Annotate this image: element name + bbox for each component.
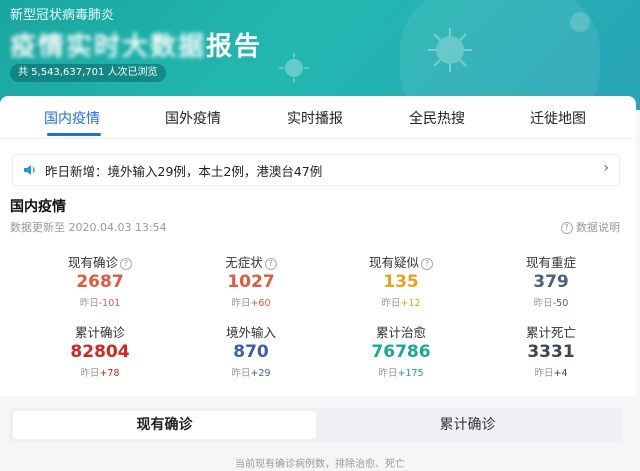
question-icon[interactable]: ? [120, 258, 132, 270]
stat-label: 无症状? [186, 252, 316, 270]
stat-label: 现有疑似? [336, 252, 466, 270]
stat-label-text: 现有重症 [525, 255, 576, 270]
stat-label-text: 现有疑似 [368, 255, 419, 270]
banner-subtitle: 新型冠状病毒肺炎 [10, 8, 115, 23]
stat-delta: 昨日+4 [486, 365, 616, 379]
stat-label-text: 累计确诊 [74, 325, 125, 340]
stat-delta-value: +60 [250, 298, 271, 309]
stat-value: 2687 [76, 272, 124, 292]
stat-label: 累计死亡 [486, 322, 616, 340]
current-stat: 现有确诊? 2687 昨日-101 [35, 252, 165, 309]
banner-title-blurred: 疫情实时大数据 [10, 32, 207, 62]
cumulative-stat: 累计确诊 82804 昨日+78 [35, 322, 165, 379]
stat-delta: 昨日-101 [35, 295, 165, 309]
tab-migration-map[interactable]: 迁徙地图 [503, 108, 613, 128]
stat-delta: 昨日-50 [486, 295, 616, 309]
stat-value: 870 [233, 342, 269, 362]
daily-notice-bar[interactable]: 昨日新增：境外输入29例，本土2例，港澳台47例 › [12, 154, 620, 186]
stat-delta-value: -101 [98, 298, 121, 309]
stat-value: 3331 [527, 342, 575, 362]
stat-value: 135 [383, 272, 419, 292]
stat-label: 累计治愈 [336, 322, 466, 340]
stat-delta: 昨日+175 [336, 365, 466, 379]
main-card: 国内疫情 国外疫情 实时播报 全民热搜 迁徙地图 昨日新增：境外输入29例，本土… [0, 96, 636, 396]
stat-value: 1027 [227, 272, 275, 292]
section-title: 国内疫情 [10, 199, 66, 215]
stat-delta-prefix: 昨日 [534, 368, 554, 379]
virus-icon [570, 12, 590, 32]
virus-icon [428, 28, 472, 72]
stat-delta-prefix: 昨日 [80, 368, 100, 379]
stat-delta-prefix: 昨日 [231, 368, 251, 379]
stat-value: 76786 [371, 342, 431, 362]
stat-delta-value: +175 [397, 368, 424, 379]
stat-label-text: 现有确诊 [67, 255, 118, 270]
header-banner: 新型冠状病毒肺炎 疫情实时大数据报告 共 5,543,637,701 人次已浏览 [0, 0, 640, 110]
stat-delta: 昨日+78 [35, 365, 165, 379]
stat-delta-prefix: 昨日 [79, 298, 99, 309]
stat-label: 现有重症 [486, 252, 616, 270]
stat-delta-prefix: 昨日 [378, 368, 398, 379]
question-icon[interactable]: ? [421, 258, 433, 270]
banner-title: 疫情实时大数据报告 [10, 26, 262, 63]
question-icon[interactable]: ? [264, 258, 277, 270]
current-stat: 现有重症 379 昨日-50 [486, 252, 616, 309]
stat-label: 境外输入 [186, 322, 316, 340]
stat-delta: 昨日+12 [336, 295, 466, 309]
stat-label-text: 境外输入 [225, 325, 276, 340]
stat-delta-prefix: 昨日 [381, 298, 401, 309]
views-count-badge: 共 5,543,637,701 人次已浏览 [10, 64, 166, 82]
stat-label: 现有确诊? [35, 252, 165, 270]
notice-text: 昨日新增：境外输入29例，本土2例，港澳台47例 [45, 164, 323, 179]
toggle-current-confirmed[interactable]: 现有确诊 [13, 411, 316, 439]
speaker-icon [24, 165, 35, 175]
question-icon: ? [560, 222, 573, 234]
banner-title-suffix: 报告 [206, 32, 263, 62]
stat-delta-value: +4 [553, 368, 568, 379]
chevron-right-icon[interactable]: › [603, 160, 609, 176]
stat-delta-value: +78 [99, 368, 120, 379]
data-explanation-link[interactable]: ? 数据说明 [559, 219, 620, 235]
active-tab-indicator [47, 133, 101, 136]
current-stat: 现有疑似? 135 昨日+12 [336, 252, 466, 309]
stat-delta-prefix: 昨日 [231, 298, 251, 309]
tab-bar: 国内疫情 国外疫情 实时播报 全民热搜 迁徙地图 [0, 96, 636, 139]
stat-label-text: 无症状 [225, 255, 263, 270]
stat-value: 379 [533, 272, 569, 292]
stat-label-text: 累计死亡 [525, 325, 576, 340]
stat-value: 82804 [70, 342, 130, 362]
stat-delta: 昨日+29 [186, 365, 316, 379]
stat-label-text: 累计治愈 [375, 325, 426, 340]
cumulative-stat: 累计治愈 76786 昨日+175 [336, 322, 466, 379]
tab-domestic[interactable]: 国内疫情 [17, 108, 127, 128]
tab-international[interactable]: 国外疫情 [138, 108, 248, 128]
toggle-cumulative-confirmed[interactable]: 累计确诊 [316, 411, 619, 439]
stat-delta-value: +29 [250, 368, 271, 379]
current-stat: 无症状? 1027 昨日+60 [186, 252, 316, 309]
tab-live[interactable]: 实时播报 [260, 108, 370, 128]
stat-delta-value: +12 [400, 298, 421, 309]
stat-label: 累计确诊 [35, 322, 165, 340]
virus-icon [279, 53, 309, 83]
cumulative-stat: 境外输入 870 昨日+29 [186, 322, 316, 379]
chart-footnote: 当前现有确诊病例数，排除治愈、死亡 [235, 459, 405, 470]
stat-delta: 昨日+60 [186, 295, 316, 309]
case-type-toggle: 现有确诊 累计确诊 [10, 408, 622, 442]
stat-delta-value: -50 [552, 298, 569, 309]
data-explanation-label: 数据说明 [576, 221, 620, 234]
update-time: 数据更新至 2020.04.03 13:54 [10, 221, 167, 234]
stat-delta-prefix: 昨日 [533, 298, 553, 309]
cumulative-stat: 累计死亡 3331 昨日+4 [486, 322, 616, 379]
tab-hot-search[interactable]: 全民热搜 [382, 108, 492, 128]
